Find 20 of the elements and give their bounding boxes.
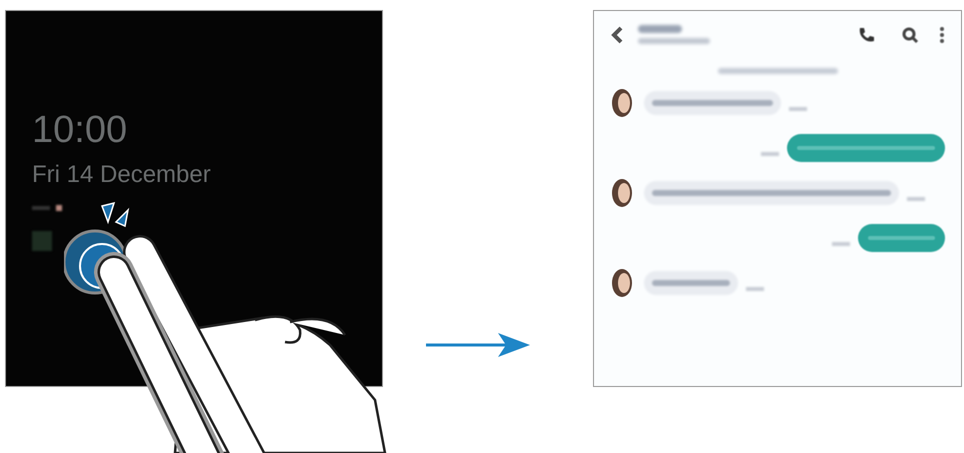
message-time (907, 197, 925, 201)
contact-number (638, 38, 710, 44)
avatar-icon (610, 268, 634, 298)
date-text: Fri 14 December (32, 163, 211, 187)
message-time (789, 107, 807, 111)
avatar-icon (610, 88, 634, 118)
phone-icon[interactable] (857, 26, 875, 44)
message-time (746, 287, 764, 291)
more-icon[interactable] (939, 26, 945, 44)
message-time (761, 152, 779, 156)
arrow-icon (426, 333, 530, 357)
app-icon (32, 231, 52, 251)
search-icon[interactable] (901, 26, 919, 44)
clock-time: 10:00 (32, 111, 128, 149)
contact-name (638, 25, 682, 33)
message-time (832, 242, 850, 246)
status-icon (32, 206, 50, 210)
notification-icon (56, 205, 62, 211)
avatar-icon (610, 178, 634, 208)
back-icon[interactable] (610, 26, 624, 44)
